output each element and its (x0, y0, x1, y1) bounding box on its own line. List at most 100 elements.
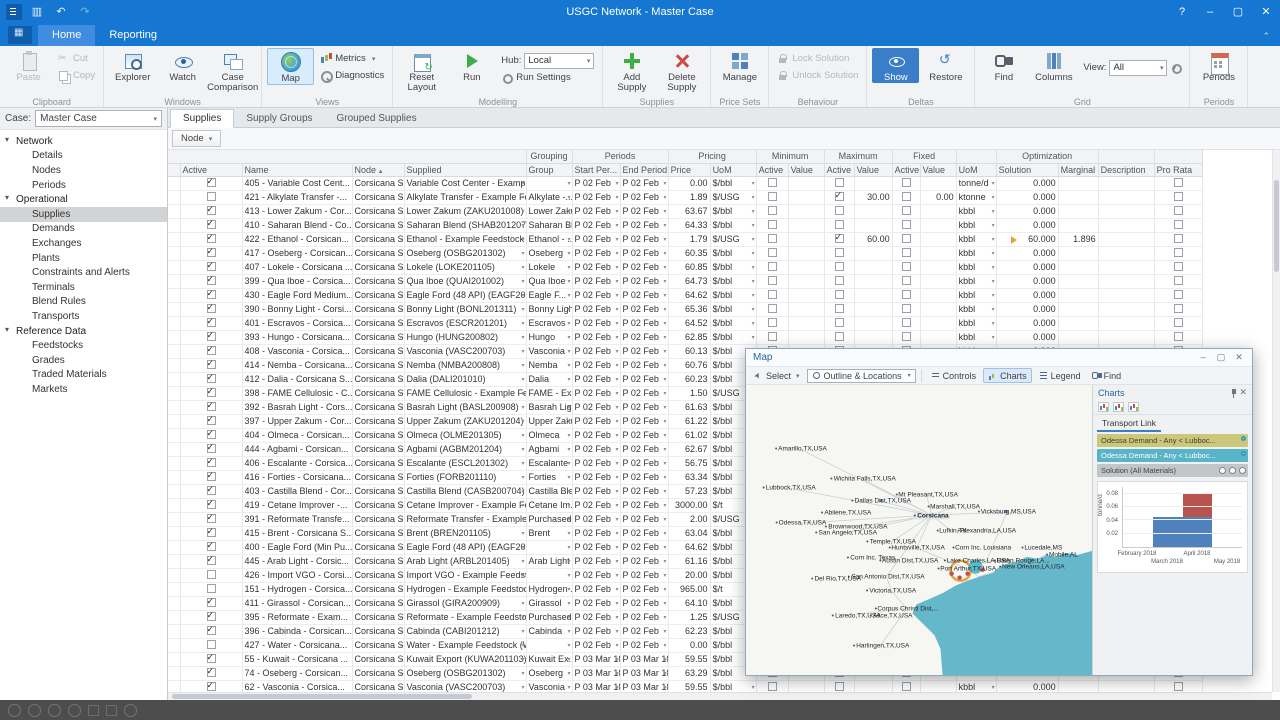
pro-rata-cell[interactable] (1154, 260, 1202, 274)
node-cell[interactable]: Corsicana Supply (352, 372, 404, 386)
active-checkbox[interactable] (207, 556, 216, 565)
pro-rata-checkbox[interactable] (1174, 290, 1183, 299)
group-header-maximum[interactable]: Maximum (824, 150, 892, 163)
column-header-min-active[interactable]: Active (756, 163, 788, 176)
diagnostics-button[interactable]: Diagnostics (317, 68, 387, 83)
price-cell[interactable]: 61.63 (668, 400, 710, 414)
min-active-checkbox[interactable] (768, 332, 777, 341)
node-cell[interactable]: Corsicana Supply (352, 596, 404, 610)
active-cell[interactable] (180, 540, 242, 554)
price-uom-cell[interactable]: $/bbl (710, 218, 756, 232)
group-cell[interactable]: Upper Zakum (526, 414, 572, 428)
group-cell[interactable]: Escravos (526, 316, 572, 330)
column-header-price[interactable]: Price (668, 163, 710, 176)
series-target-icon[interactable] (1229, 467, 1236, 474)
price-cell[interactable]: 1.25 (668, 610, 710, 624)
max-active-checkbox[interactable] (835, 206, 844, 215)
solution-cell[interactable]: 0.000 (996, 302, 1058, 316)
unlock-solution-button[interactable]: Unlock Solution (774, 68, 861, 83)
active-cell[interactable] (180, 596, 242, 610)
tree-item[interactable]: Feedstocks (0, 338, 167, 353)
active-checkbox[interactable] (207, 640, 216, 649)
solution-cell[interactable]: 0.000 (996, 680, 1058, 692)
supplied-cell[interactable]: Lokele (LOKE201105) (404, 260, 526, 274)
uom-cell[interactable]: kbbl (956, 260, 996, 274)
group-cell[interactable]: Castilla Blend (526, 484, 572, 498)
row-selector-cell[interactable] (168, 400, 180, 414)
min-active-checkbox[interactable] (768, 262, 777, 271)
table-row[interactable]: 401 - Escravos - Corsica... Corsicana Su… (168, 316, 1202, 330)
max-active-cell[interactable] (824, 316, 854, 330)
min-value-cell[interactable] (788, 274, 824, 288)
fixed-active-cell[interactable] (892, 316, 920, 330)
min-active-checkbox[interactable] (768, 178, 777, 187)
active-checkbox[interactable] (207, 332, 216, 341)
row-selector-cell[interactable] (168, 218, 180, 232)
node-cell[interactable]: Corsicana Supply (352, 442, 404, 456)
name-cell[interactable]: 392 - Basrah Light - Cors... (242, 400, 352, 414)
end-period-cell[interactable]: P 02 Feb (620, 526, 668, 540)
start-period-cell[interactable]: P 02 Feb (572, 484, 620, 498)
name-cell[interactable]: 407 - Lokele - Corsicana ... (242, 260, 352, 274)
max-active-checkbox[interactable] (835, 220, 844, 229)
active-cell[interactable] (180, 512, 242, 526)
end-period-cell[interactable]: P 02 Feb (620, 484, 668, 498)
map-maximize-icon[interactable] (1215, 352, 1227, 363)
price-cell[interactable]: 965.00 (668, 582, 710, 596)
supplied-cell[interactable]: Saharan Blend (SHAB201207) (404, 218, 526, 232)
max-value-cell[interactable]: 30.00 (854, 190, 892, 204)
max-active-cell[interactable] (824, 302, 854, 316)
marginal-cell[interactable] (1058, 176, 1098, 190)
start-period-cell[interactable]: P 02 Feb (572, 246, 620, 260)
chart-type-line-icon[interactable] (1128, 402, 1139, 412)
group-cell[interactable]: Lower Zaku... (526, 204, 572, 218)
view-select[interactable]: All (1109, 60, 1167, 76)
name-cell[interactable]: 430 - Eagle Ford Medium... (242, 288, 352, 302)
pro-rata-cell[interactable] (1154, 204, 1202, 218)
active-cell[interactable] (180, 652, 242, 666)
row-selector-cell[interactable] (168, 428, 180, 442)
min-active-checkbox[interactable] (768, 206, 777, 215)
name-cell[interactable]: 413 - Lower Zakum - Cor... (242, 204, 352, 218)
columns-button[interactable]: Columns (1030, 48, 1077, 83)
run-button[interactable]: Run (448, 48, 495, 83)
fixed-active-cell[interactable] (892, 176, 920, 190)
description-cell[interactable] (1098, 274, 1154, 288)
supplied-cell[interactable]: Escravos (ESCR201201) (404, 316, 526, 330)
map-find-button[interactable]: Find (1088, 368, 1126, 383)
min-value-cell[interactable] (788, 232, 824, 246)
pro-rata-cell[interactable] (1154, 680, 1202, 692)
max-active-checkbox[interactable] (835, 332, 844, 341)
group-cell[interactable]: Vasconia (526, 344, 572, 358)
min-active-checkbox[interactable] (768, 318, 777, 327)
column-header-name[interactable]: Name (242, 163, 352, 176)
uom-cell[interactable]: kbbl (956, 204, 996, 218)
manage-price-sets-button[interactable]: Manage (716, 48, 763, 83)
pro-rata-cell[interactable] (1154, 218, 1202, 232)
active-checkbox[interactable] (207, 514, 216, 523)
start-period-cell[interactable]: P 03 Mar 18 (572, 666, 620, 680)
active-cell[interactable] (180, 568, 242, 582)
max-active-cell[interactable] (824, 260, 854, 274)
column-header-end-period[interactable]: End Period (620, 163, 668, 176)
pro-rata-cell[interactable] (1154, 176, 1202, 190)
row-selector-cell[interactable] (168, 414, 180, 428)
node-cell[interactable]: Corsicana Supply (352, 176, 404, 190)
node-cell[interactable]: Corsicana Supply (352, 484, 404, 498)
row-selector-cell[interactable] (168, 582, 180, 596)
max-value-cell[interactable] (854, 204, 892, 218)
active-cell[interactable] (180, 288, 242, 302)
min-active-checkbox[interactable] (768, 192, 777, 201)
fixed-active-checkbox[interactable] (902, 248, 911, 257)
supplied-cell[interactable]: FAME Cellulosic - Example Feed... (404, 386, 526, 400)
supplied-cell[interactable]: Eagle Ford (48 API) (EAGF201... (404, 540, 526, 554)
fixed-value-cell[interactable] (920, 176, 956, 190)
node-cell[interactable]: Corsicana Supply (352, 386, 404, 400)
delete-supply-button[interactable]: Delete Supply (658, 48, 705, 94)
active-cell[interactable] (180, 260, 242, 274)
supplied-cell[interactable]: Basrah Light (BASL200908) (404, 400, 526, 414)
min-active-cell[interactable] (756, 302, 788, 316)
row-selector-cell[interactable] (168, 260, 180, 274)
row-selector-cell[interactable] (168, 176, 180, 190)
node-cell[interactable]: Corsicana Supply (352, 526, 404, 540)
